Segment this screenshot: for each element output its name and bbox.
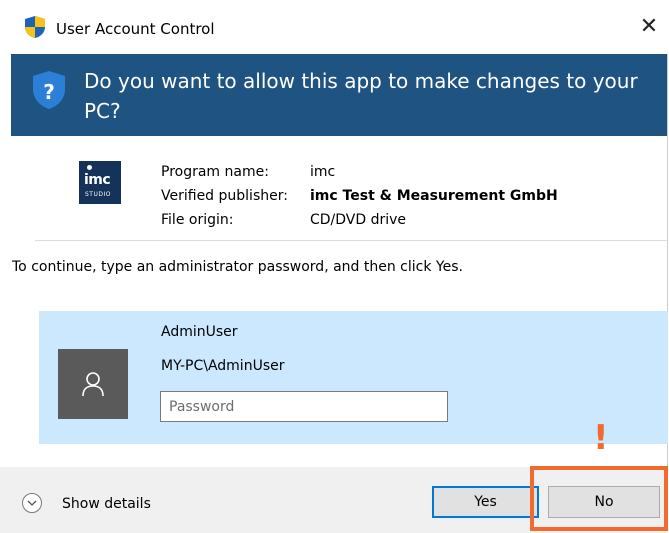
- instructions-text: To continue, type an administrator passw…: [12, 259, 463, 275]
- account-username: AdminUser: [161, 324, 238, 340]
- window-title: User Account Control: [56, 20, 215, 38]
- prompt-question: Do you want to allow this app to make ch…: [84, 69, 638, 123]
- show-details-link[interactable]: Show details: [62, 496, 151, 512]
- file-origin-label: File origin:: [161, 212, 234, 228]
- divider: [35, 240, 667, 241]
- app-logo-icon: imc STUDIO: [79, 161, 121, 204]
- annotation-highlight-box: [530, 466, 668, 531]
- program-name-label: Program name:: [161, 164, 269, 180]
- uac-shield-icon: [25, 16, 45, 38]
- publisher-label: Verified publisher:: [161, 188, 288, 204]
- uac-dialog: User Account Control ✕ ? Do you want to …: [0, 0, 668, 533]
- annotation-exclamation: !: [593, 418, 609, 458]
- yes-button[interactable]: Yes: [432, 486, 539, 518]
- close-icon: ✕: [639, 14, 659, 39]
- credential-tile[interactable]: AdminUser MY-PC\AdminUser: [39, 311, 668, 444]
- publisher-value: imc Test & Measurement GmbH: [310, 188, 558, 204]
- program-name-value: imc: [310, 164, 336, 180]
- question-shield-icon: ?: [32, 70, 66, 110]
- account-domain: MY-PC\AdminUser: [161, 358, 285, 374]
- prompt-banner: ? Do you want to allow this app to make …: [11, 54, 667, 136]
- title-bar: User Account Control ✕: [0, 0, 668, 54]
- password-field[interactable]: [160, 391, 448, 422]
- file-origin-value: CD/DVD drive: [310, 212, 407, 228]
- close-button[interactable]: ✕: [636, 14, 662, 40]
- avatar: [58, 349, 128, 419]
- chevron-down-icon[interactable]: [22, 493, 42, 513]
- user-icon: [82, 372, 104, 397]
